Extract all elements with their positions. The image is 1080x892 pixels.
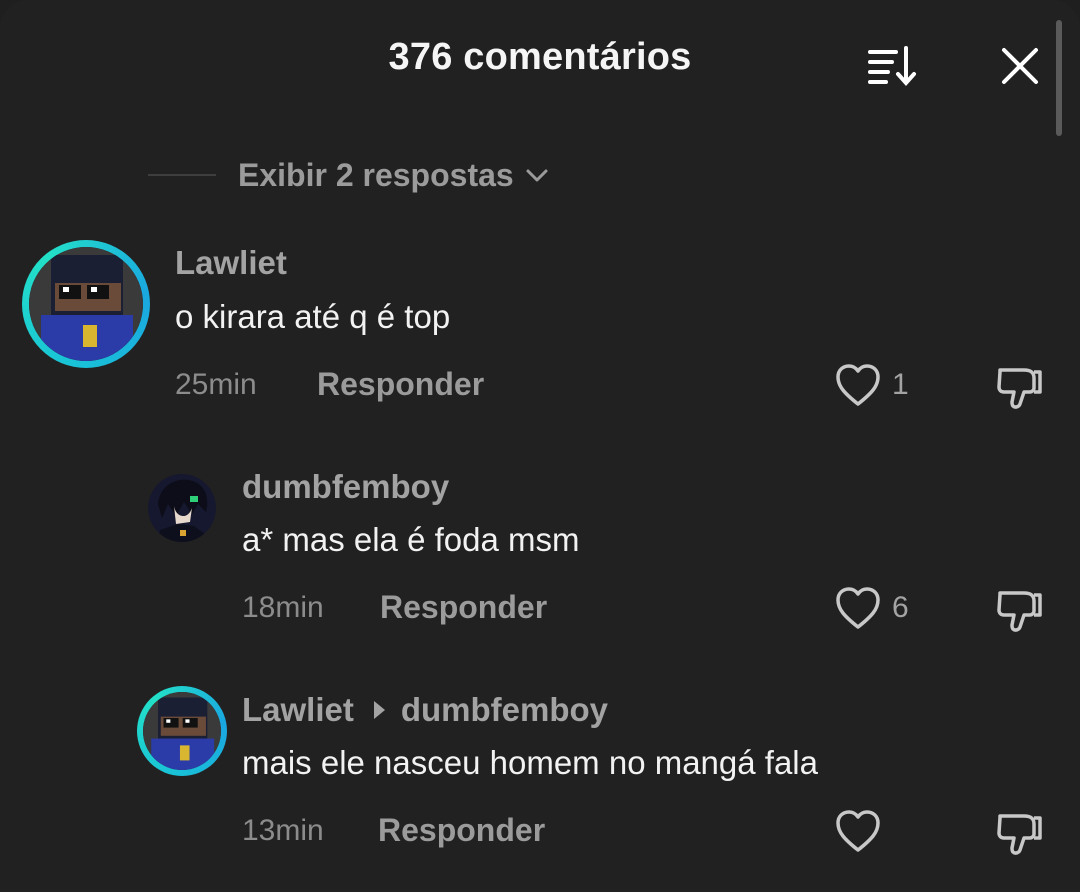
avatar[interactable]: [148, 474, 216, 542]
like-count: 1: [892, 368, 909, 401]
comment-username[interactable]: dumbfemboy: [242, 468, 449, 506]
close-button[interactable]: [996, 42, 1044, 90]
minecraft-avatar-icon: [143, 692, 221, 770]
like-button[interactable]: 1: [834, 362, 909, 408]
heart-icon: [836, 810, 880, 852]
like-button[interactable]: 6: [834, 585, 909, 631]
replies-divider: [148, 174, 216, 176]
comment-username[interactable]: Lawliet: [175, 244, 287, 282]
reply-arrow-icon: [373, 701, 385, 720]
comment-username-row: Lawliet dumbfemboy: [242, 691, 608, 729]
comment-text: a* mas ela é foda msm: [242, 521, 580, 558]
avatar[interactable]: [22, 240, 150, 368]
thumbs-down-icon: [997, 368, 1042, 409]
view-replies-button[interactable]: Exibir 2 respostas: [148, 150, 550, 200]
dislike-button[interactable]: [994, 808, 1044, 858]
comment-text: o kirara até q é top: [175, 298, 451, 335]
thumbs-down-icon: [997, 814, 1042, 855]
view-replies-label: Exibir 2 respostas: [238, 156, 514, 193]
comment-time: 18min: [242, 591, 324, 624]
minecraft-avatar-icon: [29, 247, 143, 361]
reply-button[interactable]: Responder: [317, 366, 484, 403]
comment-username[interactable]: Lawliet: [242, 691, 354, 728]
dislike-button[interactable]: [994, 585, 1044, 635]
reply-button[interactable]: Responder: [378, 812, 545, 849]
like-button[interactable]: [834, 808, 892, 854]
heart-icon: [836, 587, 880, 629]
sort-icon: [868, 46, 916, 87]
comments-panel: 376 comentários Exibir 2 respostas Lawli…: [0, 0, 1080, 892]
comment-text: mais ele nasceu homem no mangá fala: [242, 744, 818, 781]
dislike-button[interactable]: [994, 362, 1044, 412]
chevron-down-icon: [526, 169, 548, 182]
heart-icon: [836, 364, 880, 406]
like-count: 6: [892, 591, 909, 624]
reply-button[interactable]: Responder: [380, 589, 547, 626]
thumbs-down-icon: [997, 591, 1042, 632]
scrollbar[interactable]: [1056, 20, 1062, 136]
comment-time: 13min: [242, 814, 324, 847]
reply-to-username[interactable]: dumbfemboy: [401, 691, 608, 728]
avatar[interactable]: [137, 686, 227, 776]
comment-time: 25min: [175, 368, 257, 401]
anime-avatar-icon: [148, 474, 216, 542]
close-icon: [1002, 48, 1038, 84]
sort-button[interactable]: [864, 42, 920, 90]
